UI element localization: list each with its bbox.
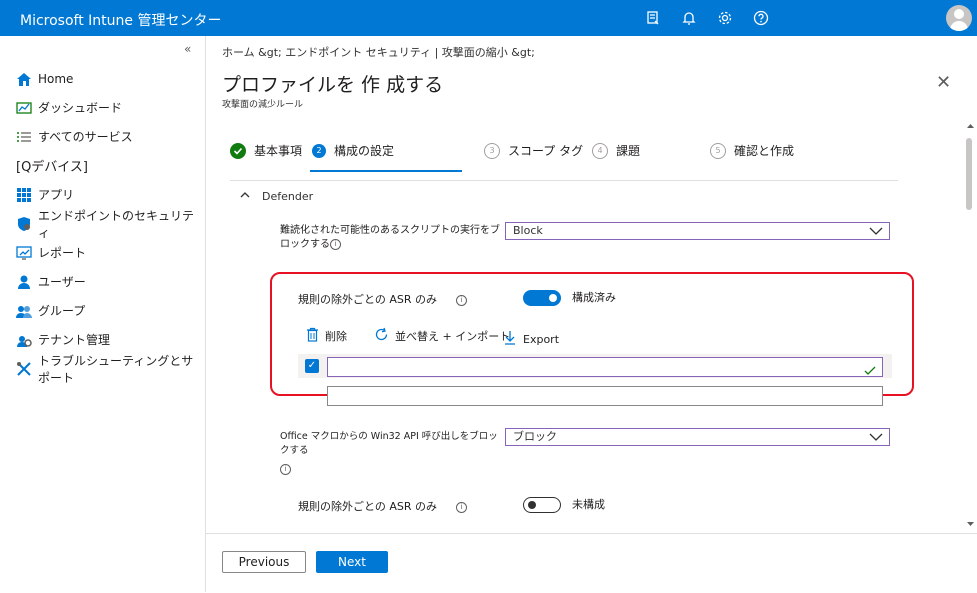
step-label: 課題 xyxy=(616,144,641,158)
info-icon[interactable]: i xyxy=(456,502,467,513)
tools-icon xyxy=(16,361,32,377)
help-icon[interactable] xyxy=(751,8,771,28)
sidebar-item-groups[interactable]: グループ xyxy=(16,296,201,325)
new-exclusion-input[interactable] xyxy=(327,386,883,406)
wizard-steps: 基本事項 2 構成の設定 3 スコープ タグ 4 課題 5 確認と作成 xyxy=(230,140,898,181)
tenant-gear-icon xyxy=(16,332,32,348)
sidebar-item-all-services[interactable]: すべてのサービス xyxy=(16,122,201,151)
sidebar-item-label: エンドポイントのセキュリティ xyxy=(38,208,195,240)
top-bar: Microsoft Intune 管理センター xyxy=(0,0,977,36)
trash-icon xyxy=(306,327,319,345)
sidebar-item-label: ダッシュボード xyxy=(38,101,123,115)
shield-icon xyxy=(16,216,32,232)
sidebar-item-endpoint-security[interactable]: エンドポイントのセキュリティ xyxy=(16,208,201,240)
asr-exclusions-toggle-2[interactable] xyxy=(523,497,561,513)
setting-office-win32-label: Office マクロからの Win32 API 呼び出しをブロックする i xyxy=(280,431,498,475)
sidebar-item-label: グループ xyxy=(38,304,86,318)
home-icon xyxy=(16,71,32,87)
previous-button[interactable]: Previous xyxy=(222,551,306,573)
step-label: 確認と作成 xyxy=(734,144,795,158)
download-icon xyxy=(504,330,516,348)
sidebar-item-label: トラブルシューティングとサポート xyxy=(38,353,194,385)
asr-exclusions-label-2: 規則の除外ごとの ASR のみ xyxy=(298,500,438,513)
step-label: スコープ タグ xyxy=(508,144,584,158)
step-label: 基本事項 xyxy=(254,144,303,158)
step-assignments[interactable]: 4 課題 xyxy=(592,142,640,159)
chevron-up-icon xyxy=(240,191,250,202)
sidebar-item-label: Home xyxy=(38,71,74,86)
sidebar-item-label: レポート xyxy=(38,246,87,260)
current-step-indicator xyxy=(310,170,462,172)
chevron-down-icon xyxy=(869,431,883,447)
info-icon[interactable]: i xyxy=(456,295,467,306)
exclusion-input[interactable] xyxy=(327,357,883,377)
gear-icon[interactable] xyxy=(715,8,735,28)
footer: Previous Next xyxy=(206,533,977,593)
sidebar-item-label: ユーザー xyxy=(38,275,86,289)
sidebar-item-label: アプリ xyxy=(38,188,75,202)
sidebar-item-label: テナント管理 xyxy=(38,333,111,347)
info-icon[interactable]: i xyxy=(330,238,341,250)
sidebar-item-reports[interactable]: レポート xyxy=(16,238,201,267)
sidebar-item-dashboard[interactable]: ダッシュボード xyxy=(16,93,201,122)
sidebar-item-tenant-admin[interactable]: テナント管理 xyxy=(16,325,201,354)
list-icon xyxy=(16,129,32,145)
toggle-state-label-2: 未構成 xyxy=(572,498,605,511)
refresh-icon xyxy=(374,327,389,345)
avatar[interactable] xyxy=(946,5,972,31)
user-icon xyxy=(16,274,32,290)
bell-icon[interactable] xyxy=(679,8,699,28)
feedback-icon[interactable] xyxy=(643,8,663,28)
sidebar-item-devices[interactable]: [Qデバイス] xyxy=(16,151,201,180)
collapse-sidebar-button[interactable]: « xyxy=(184,42,191,56)
sort-import-button[interactable]: 並べ替え + インポート xyxy=(374,327,510,345)
dashboard-icon xyxy=(16,100,32,116)
sidebar-item-apps[interactable]: アプリ xyxy=(16,180,201,209)
valid-check-icon xyxy=(864,361,876,380)
asr-exclusions-toggle[interactable] xyxy=(523,290,561,306)
group-icon xyxy=(16,303,32,319)
step-configuration[interactable]: 2 構成の設定 xyxy=(312,142,394,159)
step-number: 5 xyxy=(710,142,726,159)
row-checkbox[interactable]: ✓ xyxy=(305,359,319,373)
sidebar-item-label: すべてのサービス xyxy=(38,130,133,144)
sidebar-item-label: [Qデバイス] xyxy=(16,160,88,175)
delete-button[interactable]: 削除 xyxy=(306,327,347,345)
section-defender[interactable]: Defender xyxy=(240,190,313,203)
sidebar-item-troubleshooting[interactable]: トラブルシューティングとサポート xyxy=(16,353,201,385)
next-button[interactable]: Next xyxy=(316,551,388,573)
toggle-state-label: 構成済み xyxy=(572,291,616,304)
export-button[interactable]: Export xyxy=(504,330,559,348)
step-review-create[interactable]: 5 確認と作成 xyxy=(710,142,794,159)
breadcrumb[interactable]: ホーム &gt; エンドポイント セキュリティ | 攻撃面の縮小 &gt; xyxy=(222,44,535,60)
main-panel: ホーム &gt; エンドポイント セキュリティ | 攻撃面の縮小 &gt; プロ… xyxy=(206,36,977,592)
checkmark-icon: ✓ xyxy=(307,360,317,371)
sidebar-nav: Home ダッシュボード すべてのサービス [Qデバイス] アプリ エンドポイン… xyxy=(16,64,201,385)
apps-grid-icon xyxy=(16,187,32,203)
step-number: 2 xyxy=(312,143,326,158)
page-subtitle: 攻撃面の減少ルール xyxy=(222,100,304,110)
app-title[interactable]: Microsoft Intune 管理センター xyxy=(20,10,221,30)
step-number: 4 xyxy=(592,142,608,159)
step-scope-tags[interactable]: 3 スコープ タグ xyxy=(484,142,583,159)
step-basics[interactable]: 基本事項 xyxy=(230,142,302,159)
scrollbar-thumb[interactable] xyxy=(966,138,972,210)
info-icon[interactable]: i xyxy=(280,464,291,475)
step-number: 3 xyxy=(484,142,500,159)
step-label: 構成の設定 xyxy=(334,144,395,158)
close-icon[interactable]: ✕ xyxy=(936,72,951,93)
section-title: Defender xyxy=(262,190,314,203)
checkmark-icon xyxy=(230,142,246,159)
sidebar-item-users[interactable]: ユーザー xyxy=(16,267,201,296)
chevron-down-icon xyxy=(869,225,883,241)
sidebar-item-home[interactable]: Home xyxy=(16,64,201,93)
setting-obfuscated-script-label: 難読化された可能性のあるスクリプトの実行をブ ロックする i xyxy=(280,225,500,250)
report-icon xyxy=(16,245,32,261)
obfuscated-script-select[interactable]: Block xyxy=(505,222,890,240)
office-win32-select[interactable]: ブロック xyxy=(505,428,890,446)
sidebar: « Home ダッシュボード すべてのサービス [Qデバイス] アプリ エンドポ… xyxy=(0,36,206,592)
page-title: プロファイルを 作 成する xyxy=(222,74,444,96)
asr-exclusions-label: 規則の除外ごとの ASR のみ xyxy=(298,293,438,306)
